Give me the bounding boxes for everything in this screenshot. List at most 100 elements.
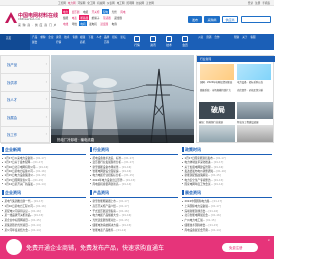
top-link[interactable]: 仪表网	[107, 1, 115, 5]
nav-link[interactable]: 关于	[242, 35, 247, 39]
nav-link[interactable]: 入驻	[198, 35, 203, 39]
list-item[interactable]: 光伏逆变器性能对比... [01-15]	[90, 218, 129, 222]
nav-link[interactable]: 求购	[40, 35, 45, 39]
left-menu-item[interactable]: 找供求 ›	[1, 74, 51, 92]
list-item[interactable]: 储能电池系统解决方案... [01-15]	[90, 223, 131, 227]
supplier-button[interactable]: 供应商	[222, 16, 238, 23]
hot-keyword-link[interactable]: 发电机	[88, 21, 98, 26]
list-item[interactable]: 广州电力电工展... [01-15]	[182, 218, 216, 222]
list-item[interactable]: 某配电公司获得认证... [01-16]	[2, 209, 41, 213]
news-tile[interactable]: 破局	[199, 102, 235, 119]
buyer-button[interactable]: 采购商	[204, 16, 220, 23]
list-item[interactable]: 1月14日某开关厂新品发... [01-14]	[2, 182, 46, 186]
nav-link[interactable]: 人才	[96, 35, 101, 39]
nav-link[interactable]: 帮助	[234, 35, 239, 39]
hot-keyword-link[interactable]: 母线	[71, 21, 78, 26]
hot-keyword-link[interactable]: 电机	[79, 21, 87, 26]
list-item[interactable]: 某电气集团推出新一代... [01-17]	[2, 199, 43, 203]
top-right-link[interactable]: 注册	[255, 1, 260, 5]
hot-keyword-link[interactable]: 避雷器	[113, 15, 123, 20]
nav-home[interactable]: 首页	[0, 34, 30, 50]
hot-keyword-link[interactable]: 储能	[62, 15, 69, 20]
news-caption[interactable]: 储能系统 · 市场规模持续扩大	[200, 89, 234, 92]
nav-icon-item[interactable]: 会员	[178, 36, 192, 48]
hot-keyword-link[interactable]: 电力	[62, 9, 70, 14]
news-tile-photo[interactable]	[237, 102, 273, 119]
top-link[interactable]: 电工网	[117, 1, 125, 5]
list-item[interactable]: 某集团签约光伏项目... [01-14]	[2, 223, 41, 227]
nav-link[interactable]: 下载	[88, 35, 93, 39]
nav-link[interactable]: 企业	[48, 35, 53, 39]
nav-link[interactable]: 资讯	[56, 35, 61, 39]
list-item[interactable]: 北京智能电网展览会... [01-16]	[182, 213, 221, 217]
nav-link[interactable]: 论坛	[120, 35, 125, 39]
top-link[interactable]: 机械网	[97, 1, 105, 5]
news-tile-photo[interactable]	[237, 125, 273, 142]
left-menu-item[interactable]: 找工作 ›	[1, 126, 51, 144]
close-icon[interactable]: ×	[267, 238, 270, 242]
list-item[interactable]: 风电装机容量再创新高... [01-14]	[90, 182, 131, 186]
nav-link[interactable]: 商机	[80, 40, 85, 44]
hot-keyword-link[interactable]: 互感器	[102, 15, 112, 20]
list-item[interactable]: 国家电网年度工作会议... [01-14]	[182, 182, 223, 186]
nav-link[interactable]: 百科	[104, 40, 109, 44]
hot-keyword-link[interactable]: 电表	[71, 15, 78, 20]
list-item[interactable]: 干式变压器选型指南... [01-16]	[90, 209, 129, 213]
nav-link[interactable]: 合作	[214, 35, 219, 39]
news-tile-caption[interactable]: 破局：新能源行业发展	[199, 120, 235, 124]
hot-keyword-link[interactable]: 断路器	[79, 15, 90, 20]
top-right-link[interactable]: 登录	[248, 1, 253, 5]
nav-link[interactable]: 行情	[56, 40, 61, 44]
hot-keyword-link[interactable]: 电线	[62, 21, 69, 26]
nav-icon-item[interactable]: 技术	[162, 36, 176, 48]
nav-link[interactable]: 视频	[80, 35, 85, 39]
header-search-input[interactable]	[241, 16, 271, 23]
list-item[interactable]: 风电设备展览会开幕... [01-14]	[182, 228, 221, 232]
news-thumbnail[interactable]	[200, 64, 234, 80]
nav-icon-item[interactable]: 行情	[130, 36, 144, 48]
hot-keyword-link[interactable]: 配电	[101, 9, 110, 14]
site-logo[interactable]: 中国电网材料在线 CNPowerSet.com 采 购 商 · 供 应 商 门 …	[4, 9, 58, 31]
nav-link[interactable]: 品牌	[104, 35, 109, 39]
top-link[interactable]: 化工网	[87, 1, 95, 5]
nav-link[interactable]: 客服	[250, 35, 255, 39]
nav-link[interactable]: 专题	[72, 35, 77, 39]
hot-keyword-link[interactable]: 变压器	[71, 9, 81, 14]
news-tile-caption[interactable]: 特高压工程建设进展	[237, 120, 273, 124]
hot-keyword-link[interactable]: 电缆	[82, 9, 89, 14]
free-register-button[interactable]: 免费注册	[222, 243, 258, 252]
list-item[interactable]: 高压开关柜产品介绍... [01-17]	[90, 204, 129, 208]
hot-keyword-link[interactable]: 电容	[111, 21, 118, 26]
list-item[interactable]: 电力电缆产品规格大全... [01-16]	[90, 213, 131, 217]
list-item[interactable]: 某企业中标国网项目... [01-15]	[2, 218, 41, 222]
nav-link[interactable]: 产品	[32, 35, 37, 39]
hot-keyword-link[interactable]: 风电	[119, 9, 126, 14]
list-item[interactable]: 2024中国国际电力展... [01-17]	[182, 199, 222, 203]
top-right-link[interactable]: 手机版	[262, 1, 270, 5]
news-caption[interactable]: 光伏组件 · 价格走势分析	[237, 89, 271, 92]
list-item[interactable]: 智能电表产品推荐... [01-14]	[90, 228, 126, 232]
hero-banner[interactable]: 热电厂冷却塔 · 输电线路	[51, 55, 194, 143]
top-link[interactable]: 纺织网	[136, 1, 144, 5]
publish-button[interactable]: 发布	[188, 16, 202, 23]
list-item[interactable]: 深圳新能源博览会... [01-16]	[182, 209, 218, 213]
hot-keyword-link[interactable]: 光伏	[111, 9, 118, 14]
hot-keyword-link[interactable]: 逆变器	[99, 21, 109, 26]
left-menu-item[interactable]: 找人才 ›	[1, 91, 51, 109]
left-menu-item[interactable]: 找展会 ›	[1, 109, 51, 127]
news-thumbnail[interactable]	[237, 64, 271, 80]
nav-link[interactable]: 技术	[64, 35, 69, 39]
news-caption[interactable]: 电力设备 · 招标采购公告	[237, 81, 271, 84]
list-item[interactable]: 储能技术国际峰会... [01-15]	[182, 223, 218, 227]
left-menu-item[interactable]: 找产品 ›	[1, 56, 51, 74]
top-link[interactable]: 照明网	[126, 1, 134, 5]
nav-icon-item[interactable]: 资讯	[146, 36, 160, 48]
list-item[interactable]: 上海国际电力设备展... [01-17]	[182, 204, 221, 208]
list-item[interactable]: 某公司年度总结大会... [01-14]	[2, 228, 41, 232]
list-item[interactable]: 某一线品牌开关柜新品... [01-15]	[2, 213, 43, 217]
nav-link[interactable]: 营销	[206, 35, 211, 39]
list-item[interactable]: 1月16日某电力工程公司... [01-16]	[2, 204, 46, 208]
news-tile-photo[interactable]	[199, 125, 235, 142]
hot-keyword-link[interactable]: 开关柜	[91, 9, 101, 14]
top-link[interactable]: 五金网	[146, 1, 154, 5]
